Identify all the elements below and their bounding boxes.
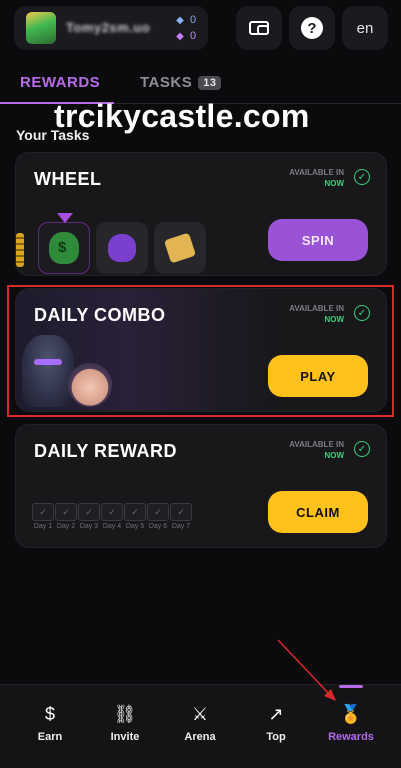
tab-tasks-label: TASKS <box>140 74 193 91</box>
day-check-icon: ✓ <box>147 503 169 521</box>
spin-button[interactable]: SPIN <box>268 219 368 261</box>
wheel-prize-money-bag <box>38 213 90 274</box>
tasks-count-badge: 13 <box>198 76 222 90</box>
nav-arena-label: Arena <box>184 731 216 743</box>
tab-rewards[interactable]: REWARDS <box>20 74 100 91</box>
nav-arena[interactable]: ⚔ Arena <box>160 703 240 743</box>
day-cell: ✓ Day 6 <box>147 503 169 530</box>
tab-tasks[interactable]: TASKS 13 <box>140 74 222 91</box>
day-check-icon: ✓ <box>55 503 77 521</box>
day-check-icon: ✓ <box>32 503 54 521</box>
day-check-icon: ✓ <box>78 503 100 521</box>
day-streak: ✓ Day 1 ✓ Day 2 ✓ Day 3 ✓ Day 4 ✓ Day 5 ✓ Day … <box>32 503 192 530</box>
purple-gem-icon: ◆ <box>176 31 184 42</box>
blue-currency-value: 0 <box>190 14 197 26</box>
availability-label: AVAILABLE IN <box>289 440 344 449</box>
day-cell: ✓ Day 5 <box>124 503 146 530</box>
watermark-text: trcikycastle.com <box>54 98 310 134</box>
wheel-card[interactable]: WHEEL AVAILABLE IN NOW ✓ SPIN <box>15 152 387 276</box>
gold-bar-icon <box>163 232 197 264</box>
nav-earn-label: Earn <box>37 731 63 743</box>
nav-rewards-label: Rewards <box>328 731 374 743</box>
check-icon: ✓ <box>354 169 370 185</box>
blue-currency: ◆ 0 <box>174 14 196 26</box>
nav-rewards[interactable]: 🏅 Rewards <box>311 703 391 743</box>
trending-up-icon: ↗ <box>268 704 284 724</box>
crossed-swords-icon: ⚔ <box>191 704 209 724</box>
purple-currency: ◆ 0 <box>174 30 196 42</box>
reward-availability: AVAILABLE IN NOW <box>289 439 344 461</box>
day-label: Day 1 <box>33 523 53 530</box>
day-check-icon: ✓ <box>170 503 192 521</box>
day-label: Day 4 <box>102 523 122 530</box>
money-bag-icon <box>49 232 79 264</box>
wheel-title: WHEEL <box>34 169 102 189</box>
wheel-prize-gold <box>154 222 206 274</box>
tab-rewards-label: REWARDS <box>20 74 101 91</box>
wallet-button[interactable] <box>236 6 282 50</box>
username: Tomy2sm.uo <box>66 20 151 35</box>
day-label: Day 5 <box>125 523 145 530</box>
day-label: Day 2 <box>56 523 76 530</box>
claim-button[interactable]: CLAIM <box>268 491 368 533</box>
availability-value: NOW <box>324 451 344 460</box>
availability-label: AVAILABLE IN <box>289 168 344 177</box>
nav-earn[interactable]: $ Earn <box>10 703 90 743</box>
help-button[interactable]: ? <box>289 6 335 50</box>
bottom-navigation: $ Earn ⛓ Invite ⚔ Arena ↗ Top 🏅 Rewards <box>0 684 401 768</box>
wheel-availability: AVAILABLE IN NOW <box>289 167 344 189</box>
daily-reward-card[interactable]: DAILY REWARD AVAILABLE IN NOW ✓ ✓ Day 1 ✓… <box>15 424 387 548</box>
wheel-prize-purple-bag <box>96 222 148 274</box>
purple-currency-value: 0 <box>190 30 197 42</box>
avatar[interactable] <box>26 12 56 44</box>
day-cell: ✓ Day 7 <box>170 503 192 530</box>
wallet-icon <box>249 21 269 35</box>
day-cell: ✓ Day 4 <box>101 503 123 530</box>
link-icon: ⛓ <box>113 704 137 724</box>
day-cell: ✓ Day 1 <box>32 503 54 530</box>
nav-top-label: Top <box>266 731 286 743</box>
purple-bag-icon <box>108 234 136 262</box>
day-label: Day 3 <box>79 523 99 530</box>
nav-invite[interactable]: ⛓ Invite <box>85 703 165 743</box>
active-nav-indicator <box>339 685 363 688</box>
coin-stack-icon <box>16 233 24 267</box>
availability-value: NOW <box>324 179 344 188</box>
day-label: Day 7 <box>171 523 191 530</box>
nav-invite-label: Invite <box>110 731 140 743</box>
check-icon: ✓ <box>354 441 370 457</box>
help-icon: ? <box>301 17 323 39</box>
blue-gem-icon: ◆ <box>176 15 184 26</box>
medal-icon: 🏅 <box>339 704 363 724</box>
daily-reward-title: DAILY REWARD <box>34 441 178 461</box>
profile-card[interactable]: Tomy2sm.uo ◆ 0 ◆ 0 <box>14 6 208 50</box>
language-button[interactable]: en <box>342 6 388 50</box>
dollar-coin-icon: $ <box>44 704 55 724</box>
day-check-icon: ✓ <box>101 503 123 521</box>
highlight-frame <box>7 285 394 417</box>
day-cell: ✓ Day 2 <box>55 503 77 530</box>
top-bar: Tomy2sm.uo ◆ 0 ◆ 0 ? en <box>0 0 401 60</box>
day-check-icon: ✓ <box>124 503 146 521</box>
nav-top[interactable]: ↗ Top <box>236 703 316 743</box>
day-label: Day 6 <box>148 523 168 530</box>
wheel-pointer-icon <box>57 213 73 223</box>
day-cell: ✓ Day 3 <box>78 503 100 530</box>
